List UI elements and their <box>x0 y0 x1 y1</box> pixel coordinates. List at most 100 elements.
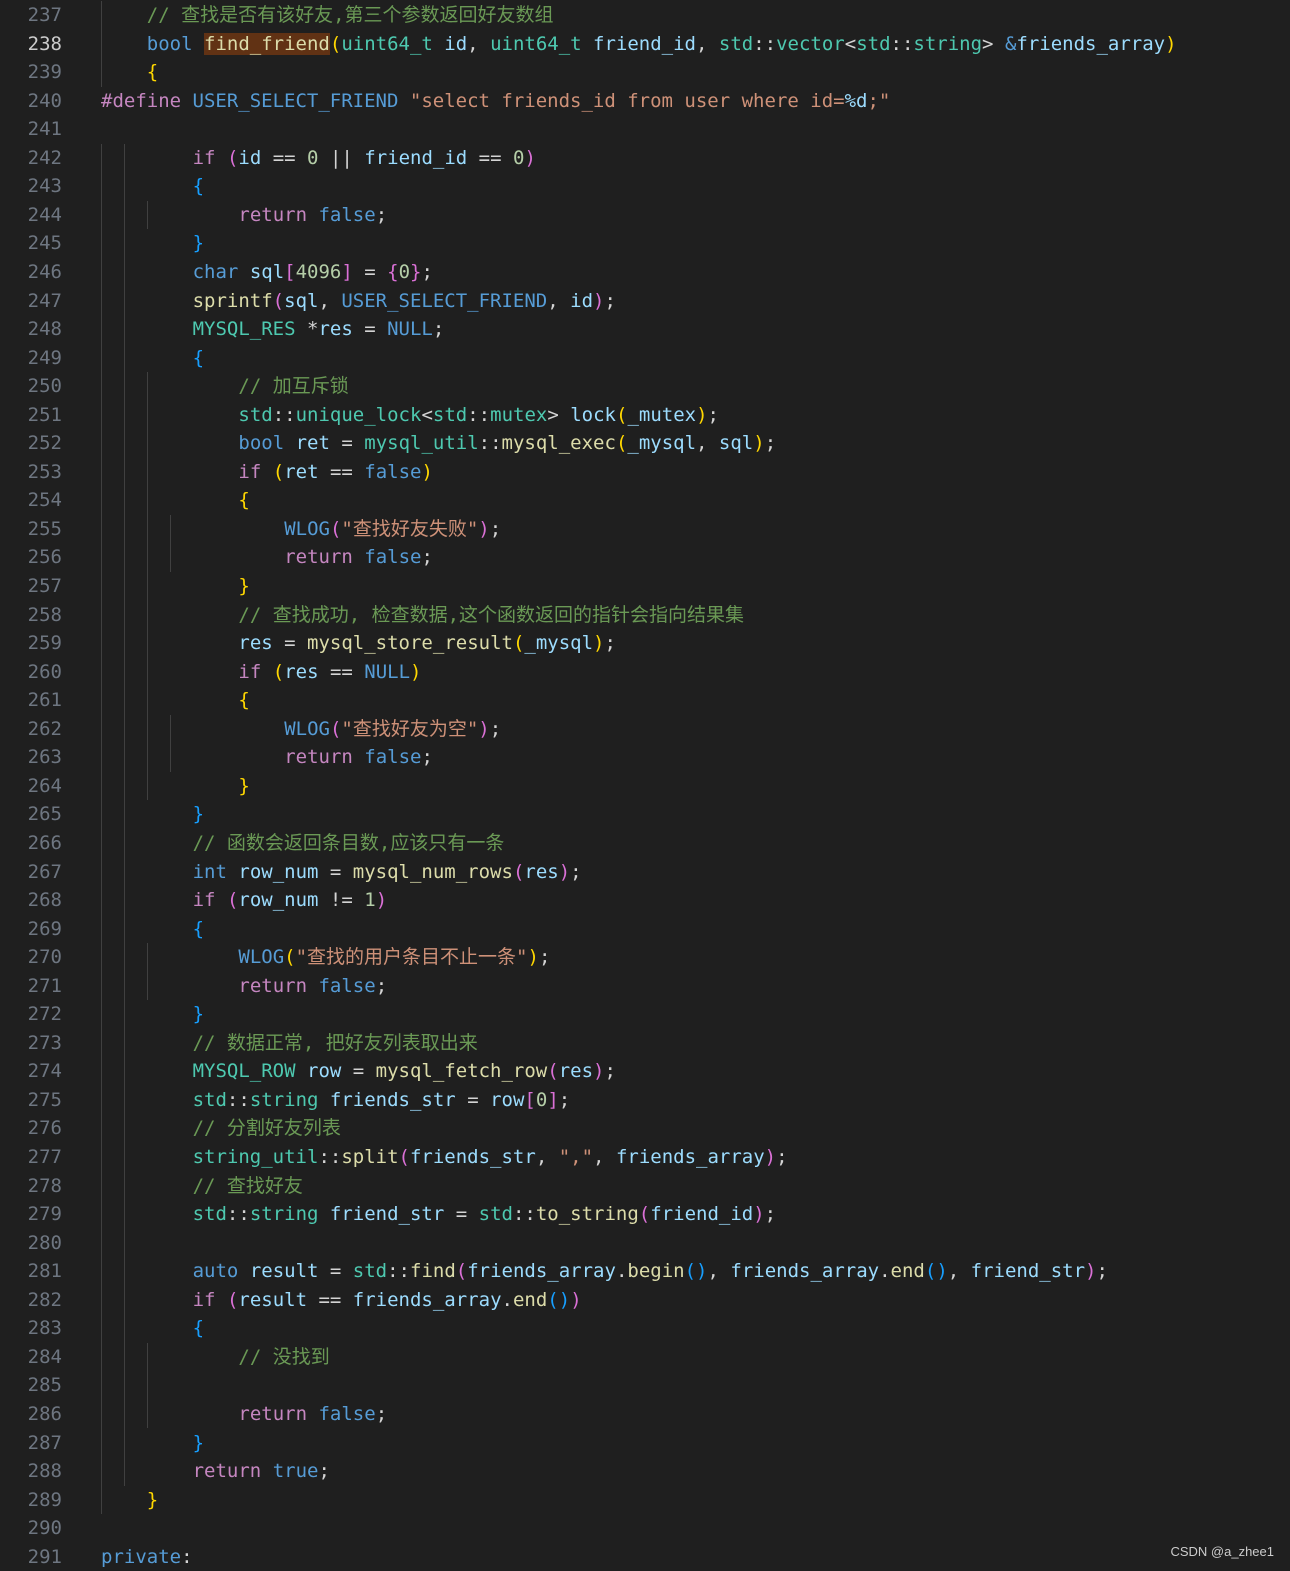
code-line[interactable]: 277 string_util::split(friends_str, ",", … <box>0 1143 1290 1172</box>
code-text[interactable]: return false; <box>284 543 433 572</box>
code-line[interactable]: 278 // 查找好友 <box>0 1172 1290 1201</box>
code-text[interactable]: sprintf(sql, USER_SELECT_FRIEND, id); <box>193 287 616 316</box>
code-line[interactable]: 240 #define USER_SELECT_FRIEND "select fr… <box>0 87 1290 116</box>
code-text[interactable]: { <box>193 1314 204 1343</box>
code-text[interactable]: return false; <box>238 201 387 230</box>
code-text[interactable]: std::string friends_str = row[0]; <box>193 1086 571 1115</box>
code-line[interactable]: 251 std::unique_lock<std::mutex> lock(_mu… <box>0 401 1290 430</box>
code-text[interactable]: // 没找到 <box>238 1343 329 1372</box>
code-text[interactable]: } <box>238 772 249 801</box>
code-text[interactable]: bool find_friend(uint64_t id, uint64_t f… <box>147 30 1177 59</box>
code-text[interactable]: } <box>193 800 204 829</box>
code-text[interactable]: char sql[4096] = {0}; <box>193 258 433 287</box>
code-line[interactable]: 257} <box>0 572 1290 601</box>
code-text[interactable]: } <box>193 1000 204 1029</box>
code-line[interactable]: 275 std::string friends_str = row[0]; <box>0 1086 1290 1115</box>
code-text[interactable]: // 函数会返回条目数,应该只有一条 <box>193 829 505 858</box>
code-text[interactable]: } <box>147 1486 158 1515</box>
code-line[interactable]: 269 { <box>0 915 1290 944</box>
code-text[interactable]: return false; <box>284 743 433 772</box>
code-text[interactable]: { <box>193 344 204 373</box>
code-line[interactable]: 290 <box>0 1514 1290 1543</box>
code-text[interactable]: bool ret = mysql_util::mysql_exec(_mysql… <box>238 429 776 458</box>
code-text[interactable]: // 查找好友 <box>193 1172 303 1201</box>
code-text[interactable]: MYSQL_RES *res = NULL; <box>193 315 445 344</box>
code-text[interactable]: { <box>147 58 158 87</box>
code-line[interactable]: 239 { <box>0 58 1290 87</box>
code-line[interactable]: 281 auto result = std::find(friends_array… <box>0 1257 1290 1286</box>
code-line[interactable]: 264} <box>0 772 1290 801</box>
code-line[interactable]: 285 <box>0 1371 1290 1400</box>
code-text[interactable]: auto result = std::find(friends_array.be… <box>193 1257 1108 1286</box>
code-line[interactable]: 244 return false; <box>0 201 1290 230</box>
code-text[interactable]: // 分割好友列表 <box>193 1114 341 1143</box>
code-text[interactable]: { <box>193 172 204 201</box>
code-line[interactable]: 245} <box>0 229 1290 258</box>
code-text[interactable]: WLOG("查找的用户条目不止一条"); <box>238 943 550 972</box>
code-text[interactable]: // 查找成功, 检查数据,这个函数返回的指针会指向结果集 <box>238 601 744 630</box>
code-text[interactable]: { <box>238 686 249 715</box>
code-line[interactable]: 266 // 函数会返回条目数,应该只有一条 <box>0 829 1290 858</box>
code-line[interactable]: 254 { <box>0 486 1290 515</box>
code-line[interactable]: 267 int row_num = mysql_num_rows(res); <box>0 858 1290 887</box>
code-line[interactable]: 250 // 加互斥锁 <box>0 372 1290 401</box>
code-line[interactable]: 288 return true; <box>0 1457 1290 1486</box>
code-line[interactable]: 286 return false; <box>0 1400 1290 1429</box>
code-line[interactable]: 255 WLOG("查找好友失败"); <box>0 515 1290 544</box>
code-line[interactable]: 243 { <box>0 172 1290 201</box>
code-text[interactable]: if (res == NULL) <box>238 658 421 687</box>
code-text[interactable]: res = mysql_store_result(_mysql); <box>238 629 616 658</box>
code-line[interactable]: 289} <box>0 1486 1290 1515</box>
code-line[interactable]: 246 char sql[4096] = {0}; <box>0 258 1290 287</box>
code-line[interactable]: 242 if (id == 0 || friend_id == 0) <box>0 144 1290 173</box>
code-line[interactable]: 256 return false; <box>0 543 1290 572</box>
code-line[interactable]: 259 res = mysql_store_result(_mysql); <box>0 629 1290 658</box>
code-line[interactable]: 263 return false; <box>0 743 1290 772</box>
code-line[interactable]: 253 if (ret == false) <box>0 458 1290 487</box>
code-line[interactable]: 274 MYSQL_ROW row = mysql_fetch_row(res); <box>0 1057 1290 1086</box>
code-text[interactable]: { <box>238 486 249 515</box>
code-text[interactable]: string_util::split(friends_str, ",", fri… <box>193 1143 788 1172</box>
code-line[interactable]: 258 // 查找成功, 检查数据,这个函数返回的指针会指向结果集 <box>0 601 1290 630</box>
code-line[interactable]: 247 sprintf(sql, USER_SELECT_FRIEND, id); <box>0 287 1290 316</box>
code-line[interactable]: 283 { <box>0 1314 1290 1343</box>
code-text[interactable]: WLOG("查找好友为空"); <box>284 715 501 744</box>
code-line[interactable]: 252 bool ret = mysql_util::mysql_exec(_my… <box>0 429 1290 458</box>
code-line[interactable]: 272} <box>0 1000 1290 1029</box>
code-line[interactable]: 273 // 数据正常, 把好友列表取出来 <box>0 1029 1290 1058</box>
code-text[interactable]: #define USER_SELECT_FRIEND "select frien… <box>101 87 890 116</box>
code-text[interactable]: return true; <box>193 1457 330 1486</box>
code-text[interactable]: } <box>238 572 249 601</box>
code-line[interactable]: 284 // 没找到 <box>0 1343 1290 1372</box>
code-line[interactable]: 238 bool find_friend(uint64_t id, uint64_… <box>0 30 1290 59</box>
code-text[interactable]: WLOG("查找好友失败"); <box>284 515 501 544</box>
code-text[interactable]: std::unique_lock<std::mutex> lock(_mutex… <box>238 401 719 430</box>
code-text[interactable]: if (row_num != 1) <box>193 886 388 915</box>
code-text[interactable]: } <box>193 229 204 258</box>
code-text[interactable]: if (ret == false) <box>238 458 433 487</box>
code-line[interactable]: 237 // 查找是否有该好友,第三个参数返回好友数组 <box>0 1 1290 30</box>
code-text[interactable]: { <box>193 915 204 944</box>
code-line[interactable]: 249 { <box>0 344 1290 373</box>
code-line[interactable]: 280 <box>0 1229 1290 1258</box>
code-line[interactable]: 287} <box>0 1429 1290 1458</box>
code-line[interactable]: 282 if (result == friends_array.end()) <box>0 1286 1290 1315</box>
code-text[interactable]: return false; <box>238 972 387 1001</box>
code-text[interactable]: // 加互斥锁 <box>238 372 348 401</box>
code-line[interactable]: 279 std::string friend_str = std::to_stri… <box>0 1200 1290 1229</box>
code-text[interactable]: // 数据正常, 把好友列表取出来 <box>193 1029 478 1058</box>
code-text[interactable]: MYSQL_ROW row = mysql_fetch_row(res); <box>193 1057 616 1086</box>
code-line[interactable]: 276 // 分割好友列表 <box>0 1114 1290 1143</box>
code-text[interactable]: } <box>193 1429 204 1458</box>
code-line[interactable]: 262 WLOG("查找好友为空"); <box>0 715 1290 744</box>
code-line[interactable]: 241 <box>0 115 1290 144</box>
code-text[interactable]: return false; <box>238 1400 387 1429</box>
code-line[interactable]: 260 if (res == NULL) <box>0 658 1290 687</box>
code-line[interactable]: 270 WLOG("查找的用户条目不止一条"); <box>0 943 1290 972</box>
code-text[interactable]: int row_num = mysql_num_rows(res); <box>193 858 582 887</box>
code-text[interactable]: std::string friend_str = std::to_string(… <box>193 1200 777 1229</box>
code-text[interactable]: // 查找是否有该好友,第三个参数返回好友数组 <box>147 1 554 30</box>
code-text[interactable]: if (id == 0 || friend_id == 0) <box>193 144 536 173</box>
code-line[interactable]: 261 { <box>0 686 1290 715</box>
code-text[interactable]: if (result == friends_array.end()) <box>193 1286 582 1315</box>
